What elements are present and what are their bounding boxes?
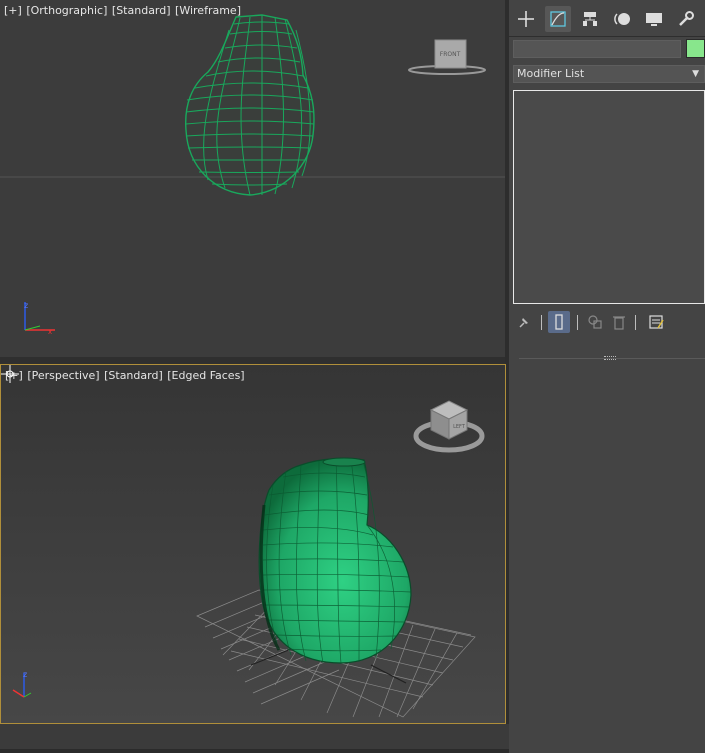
show-end-result-icon: [555, 314, 563, 330]
modifier-list-label: Modifier List: [517, 67, 585, 80]
make-unique-button[interactable]: [584, 311, 606, 333]
axis-tripod-icon: z: [12, 670, 32, 698]
command-panel-tabs: [509, 0, 705, 37]
svg-text:z: z: [23, 670, 27, 679]
tab-utilities[interactable]: [673, 6, 699, 32]
command-panel: Modifier List ▼: [509, 0, 705, 753]
svg-text:z: z: [24, 301, 28, 310]
viewcube-top[interactable]: FRONT: [408, 39, 486, 75]
remove-modifier-icon: [613, 316, 625, 330]
viewport-perspective[interactable]: [+] [Perspective] [Standard] [Edged Face…: [0, 364, 506, 724]
tab-motion[interactable]: [609, 6, 635, 32]
wrench-icon: [679, 11, 694, 26]
chevron-down-icon: ▼: [692, 69, 699, 79]
viewport-splitter-horizontal[interactable]: [0, 357, 507, 364]
tab-modify[interactable]: [545, 6, 571, 32]
modify-curve-icon: [550, 11, 566, 27]
viewcube-face-label: FRONT: [440, 51, 461, 58]
viewcube-face-label: LEFT: [453, 424, 466, 430]
remove-modifier-button[interactable]: [608, 311, 630, 333]
plus-icon: [518, 11, 534, 27]
object-color-swatch[interactable]: [686, 39, 705, 58]
viewcube-perspective[interactable]: LEFT: [413, 400, 485, 453]
perspective-scene: LEFT z: [12, 400, 485, 718]
motion-icon: [614, 13, 630, 25]
tab-create[interactable]: [513, 6, 539, 32]
modifier-list-dropdown[interactable]: Modifier List ▼: [513, 65, 705, 83]
pin-stack-icon: [519, 318, 528, 328]
object-name-field[interactable]: [513, 40, 681, 58]
configure-modifier-sets-icon: [649, 315, 664, 329]
configure-modifier-sets-button[interactable]: [645, 311, 667, 333]
tab-display[interactable]: [641, 6, 667, 32]
tab-hierarchy[interactable]: [577, 6, 603, 32]
svg-text:x: x: [48, 328, 52, 336]
hierarchy-icon: [583, 12, 597, 26]
pear-object[interactable]: [258, 457, 412, 664]
viewport-orthographic[interactable]: [+] [Orthographic] [Standard] [Wireframe…: [0, 0, 505, 357]
wireframe-scene: FRONT z x: [0, 14, 505, 336]
display-monitor-icon: [646, 13, 662, 26]
status-area: [0, 724, 509, 753]
rollout-grip-handle[interactable]: [604, 356, 616, 360]
axis-tripod-icon: z x: [24, 301, 55, 336]
show-end-result-button[interactable]: [548, 311, 570, 333]
pin-stack-button[interactable]: [513, 311, 535, 333]
move-cursor-icon: [1, 365, 19, 383]
modifier-stack[interactable]: [513, 90, 705, 304]
modifier-stack-toolbar: [513, 311, 703, 333]
pear-wireframe[interactable]: [185, 14, 315, 196]
make-unique-icon: [588, 315, 602, 329]
